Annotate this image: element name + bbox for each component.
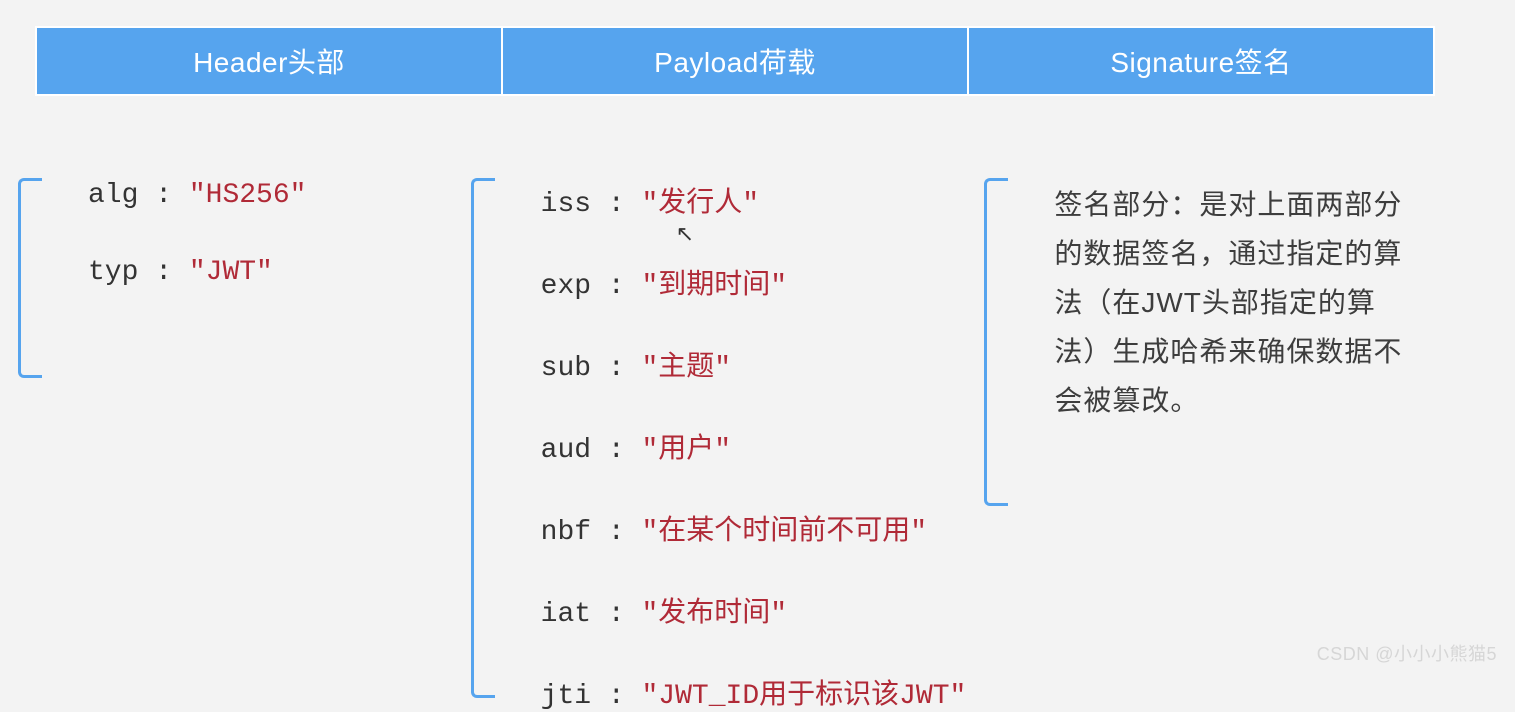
claim-line: iat : "发布时间" xyxy=(541,590,967,630)
claim-value: "在某个时间前不可用" xyxy=(642,517,928,548)
bracket-icon xyxy=(471,178,495,698)
claim-key: exp xyxy=(541,271,591,302)
claim-value: "JWT_ID用于标识该JWT" xyxy=(642,681,967,712)
payload-column: iss : "发行人" ↖ exp : "到期时间" sub : "主题" au… xyxy=(471,160,985,678)
signature-column: 签名部分：是对上面两部分的数据签名，通过指定的算法（在JWT头部指定的算法）生成… xyxy=(984,160,1437,678)
cursor-icon: ↖ xyxy=(676,222,694,248)
claim-key: sub xyxy=(541,353,591,384)
claim-line: alg : "HS256" xyxy=(88,180,453,211)
claim-line: jti : "JWT_ID用于标识该JWT" xyxy=(541,672,967,712)
signature-description: 签名部分：是对上面两部分的数据签名，通过指定的算法（在JWT头部指定的算法）生成… xyxy=(1054,180,1419,425)
claim-line: nbf : "在某个时间前不可用" xyxy=(541,508,967,548)
jwt-columns: alg : "HS256" typ : "JWT" iss : "发行人" ↖ … xyxy=(18,160,1437,678)
column-title-header-text: Header头部 xyxy=(193,41,345,81)
claim-key: nbf xyxy=(541,517,591,548)
jwt-parts-header-row: Header头部 Payload荷载 Signature签名 xyxy=(35,26,1435,96)
header-column: alg : "HS256" typ : "JWT" xyxy=(18,160,471,678)
claim-key: typ xyxy=(88,257,138,288)
claim-line: iss : "发行人" ↖ xyxy=(541,180,967,220)
claim-key: aud xyxy=(541,435,591,466)
claim-value: "主题" xyxy=(642,353,732,384)
claim-value: "发布时间" xyxy=(642,599,788,630)
column-title-signature: Signature签名 xyxy=(969,28,1433,94)
claim-value: "用户" xyxy=(642,435,732,466)
claim-key: jti xyxy=(541,681,591,712)
claim-line: exp : "到期时间" xyxy=(541,262,967,302)
bracket-icon xyxy=(984,178,1008,506)
column-title-payload: Payload荷载 xyxy=(503,28,969,94)
claim-value: "到期时间" xyxy=(642,271,788,302)
column-title-signature-text: Signature签名 xyxy=(1110,41,1291,81)
column-title-payload-text: Payload荷载 xyxy=(654,41,816,81)
claim-key: alg xyxy=(88,180,138,211)
claim-line: sub : "主题" xyxy=(541,344,967,384)
claim-value: "JWT" xyxy=(189,257,273,288)
claim-line: typ : "JWT" xyxy=(88,257,453,288)
claim-value: "HS256" xyxy=(189,180,307,211)
claim-value: "发行人" xyxy=(642,189,760,220)
claim-key: iss xyxy=(541,189,591,220)
claim-key: iat xyxy=(541,599,591,630)
column-title-header: Header头部 xyxy=(37,28,503,94)
bracket-icon xyxy=(18,178,42,378)
claim-line: aud : "用户" xyxy=(541,426,967,466)
watermark-text: CSDN @小小小熊猫5 xyxy=(1317,640,1497,666)
